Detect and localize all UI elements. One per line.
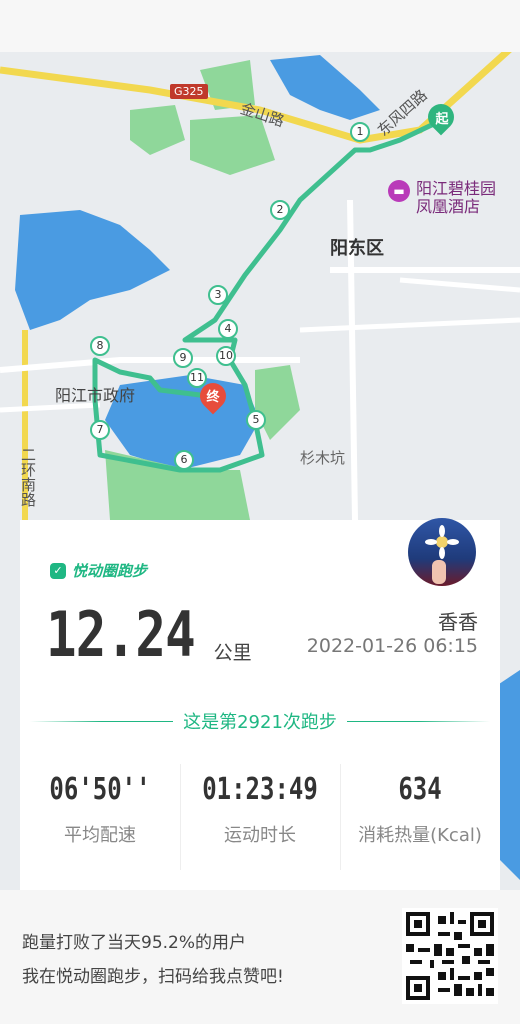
run-datetime: 2022-01-26 06:15: [306, 635, 478, 657]
road-label-ring: 二环南路: [19, 447, 37, 507]
stat-calories: 634 消耗热量(Kcal): [340, 764, 500, 870]
waypoint-marker-4[interactable]: 4: [218, 319, 238, 339]
waypoint-marker-2[interactable]: 2: [270, 200, 290, 220]
waypoint-marker-5[interactable]: 5: [246, 410, 266, 430]
hotel-poi[interactable]: ▬ 阳江碧桂园 凤凰酒店: [388, 180, 496, 216]
district-label: 阳东区: [330, 238, 384, 259]
run-summary-card: ✓ 悦动圈跑步 12.24 公里 香香 2022-01-26 06:15 这是第…: [20, 518, 500, 890]
run-count-text: 这是第2921次跑步: [183, 712, 337, 733]
qr-code-icon: [402, 908, 498, 1004]
stat-value: 01:23:49: [202, 772, 318, 807]
distance-value: 12.24: [46, 598, 196, 671]
highway-sign: G325: [170, 84, 208, 99]
place-label-shanmukeng: 杉木坑: [300, 449, 346, 467]
stat-value: 634: [398, 772, 442, 807]
waypoint-label: 4: [224, 322, 232, 335]
stat-value: 06'50'': [49, 772, 151, 807]
stats-row: 06'50'' 平均配速 01:23:49 运动时长 634 消耗热量(Kcal…: [20, 764, 500, 870]
waypoint-label: 11: [190, 371, 204, 384]
stat-label: 消耗热量(Kcal): [358, 825, 482, 846]
hotel-icon: ▬: [388, 180, 410, 202]
stat-label: 平均配速: [64, 825, 136, 846]
flower-avatar-icon: [425, 525, 459, 584]
waypoint-label: 7: [96, 423, 104, 436]
waypoint-marker-10[interactable]: 10: [216, 346, 236, 366]
divider-right: [346, 720, 490, 722]
stat-duration: 01:23:49 运动时长: [180, 764, 340, 870]
username: 香香: [438, 610, 478, 634]
avatar[interactable]: [408, 518, 476, 586]
waypoint-label: 5: [252, 413, 260, 426]
stat-label: 运动时长: [224, 825, 296, 846]
waypoint-marker-7[interactable]: 7: [90, 420, 110, 440]
divider-left: [30, 720, 174, 722]
stat-pace: 06'50'' 平均配速: [20, 764, 180, 860]
waypoint-label: 6: [180, 453, 188, 466]
waypoint-label: 9: [179, 351, 187, 364]
waypoint-marker-3[interactable]: 3: [208, 285, 228, 305]
run-count: 这是第2921次跑步: [30, 708, 490, 734]
waypoint-marker-8[interactable]: 8: [90, 336, 110, 356]
brand: ✓ 悦动圈跑步: [50, 560, 147, 581]
share-text: 我在悦动圈跑步，扫码给我点赞吧!: [22, 967, 284, 987]
city-gov-label: 阳江市政府: [55, 386, 136, 405]
brand-name: 悦动圈跑步: [72, 562, 148, 580]
waypoint-label: 2: [276, 203, 284, 216]
distance-unit: 公里: [213, 642, 252, 664]
end-marker-label: 终: [206, 390, 220, 405]
waypoint-label: 10: [219, 349, 233, 362]
waypoint-marker-6[interactable]: 6: [174, 450, 194, 470]
waypoint-label: 3: [214, 288, 222, 301]
top-bar: [0, 0, 520, 52]
waypoint-marker-1[interactable]: 1: [350, 122, 370, 142]
waypoint-label: 8: [96, 339, 104, 352]
distance: 12.24 公里: [46, 598, 252, 671]
qr-code[interactable]: [402, 908, 498, 1004]
brand-logo-icon: ✓: [50, 562, 66, 579]
waypoint-label: 1: [356, 125, 364, 138]
rank-text: 跑量打败了当天95.2%的用户: [22, 933, 247, 953]
waypoint-marker-9[interactable]: 9: [173, 348, 193, 368]
start-marker-label: 起: [435, 112, 449, 127]
hotel-name: 阳江碧桂园 凤凰酒店: [416, 179, 497, 216]
share-footer: 跑量打败了当天95.2%的用户 我在悦动圈跑步，扫码给我点赞吧!: [0, 890, 520, 1024]
waypoint-marker-11[interactable]: 11: [187, 368, 207, 388]
